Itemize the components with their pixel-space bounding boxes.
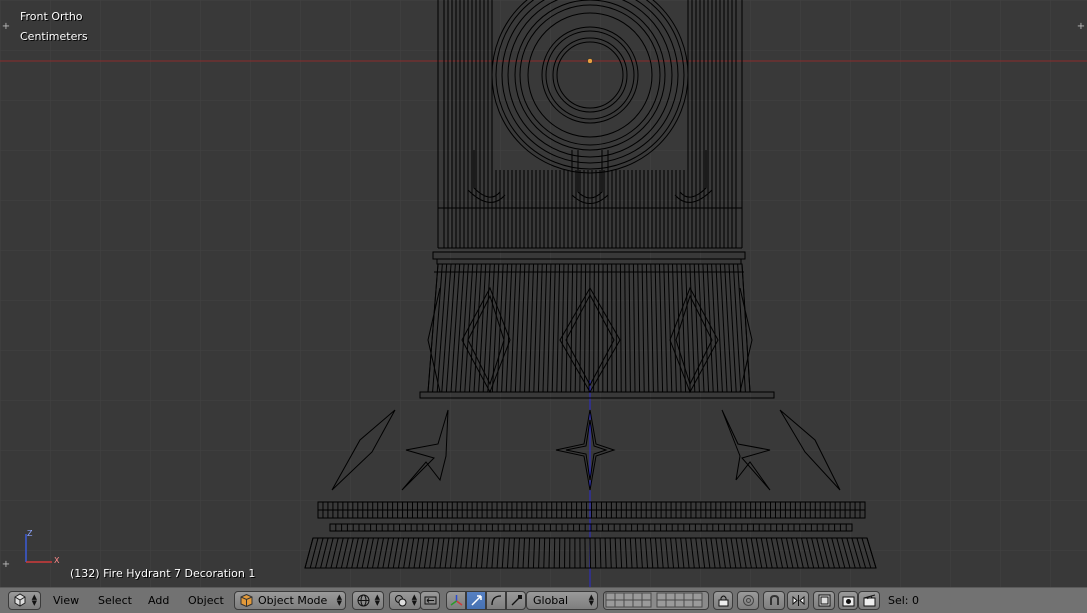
viewport-header: ▲ ▼ View Select Add Object Object Mode ▲ ▼…	[0, 587, 1087, 613]
manipulator-toggle[interactable]	[446, 591, 466, 610]
render-image-button[interactable]	[838, 591, 858, 610]
menu-add[interactable]: Add	[148, 594, 169, 607]
rotate-toggle[interactable]	[486, 591, 506, 610]
wire-edge	[553, 537, 556, 569]
layers-grid[interactable]	[603, 591, 709, 610]
3d-viewport[interactable]: Front Ortho Centimeters (132) Fire Hydra…	[0, 0, 1087, 587]
menu-view[interactable]: View	[53, 594, 79, 607]
viewport-shading-button[interactable]: ▲ ▼	[352, 591, 384, 610]
layers-grid-icon	[605, 592, 703, 608]
render-icon	[818, 594, 831, 607]
snap-button[interactable]	[763, 591, 785, 610]
pivot-point-button[interactable]: ▲ ▼	[389, 591, 421, 610]
render-animation-button[interactable]	[858, 591, 880, 610]
wireframe-canvas	[0, 0, 1087, 587]
split-area-icon[interactable]: +	[1, 22, 11, 32]
object-info-label: (132) Fire Hydrant 7 Decoration 1	[70, 567, 256, 580]
view-name-label: Front Ortho	[20, 10, 83, 23]
split-area-icon[interactable]: +	[1076, 22, 1086, 32]
clapper-icon	[863, 594, 876, 607]
pivot-icon	[395, 595, 407, 607]
wire-edge	[594, 537, 597, 569]
camera-icon	[842, 596, 855, 607]
rotate-icon	[491, 595, 502, 606]
origins-icon	[424, 596, 437, 605]
only-origins-toggle[interactable]	[420, 591, 440, 610]
axis-z-label: Z	[27, 529, 33, 538]
mirror-icon	[792, 595, 805, 606]
wire-edge	[615, 263, 618, 393]
axis-x-label: X	[54, 556, 60, 565]
transform-orientation-select[interactable]: Global ▲ ▼	[526, 591, 598, 610]
mode-select[interactable]: Object Mode ▲ ▼	[234, 591, 346, 610]
viewport-shading-icon	[357, 594, 370, 607]
translate-icon	[471, 595, 482, 606]
units-label: Centimeters	[20, 30, 88, 43]
editor-type-icon	[14, 593, 26, 607]
orientation-label: Global	[533, 594, 569, 607]
menu-object[interactable]: Object	[188, 594, 224, 607]
scale-icon	[511, 595, 522, 606]
selection-count: Sel: 0	[888, 594, 920, 607]
translate-toggle[interactable]	[466, 591, 486, 610]
split-area-icon[interactable]: +	[1, 560, 11, 570]
chevron-updown-icon: ▲ ▼	[336, 593, 342, 607]
mode-label: Object Mode	[258, 594, 328, 607]
menu-select[interactable]: Select	[98, 594, 132, 607]
mode-cube-icon	[240, 594, 253, 607]
mirror-button[interactable]	[787, 591, 809, 610]
manipulator-icon	[450, 595, 463, 606]
proportional-icon	[743, 595, 754, 606]
lock-icon	[718, 595, 729, 607]
chevron-updown-icon: ▲ ▼	[588, 593, 594, 607]
render-settings-button[interactable]	[813, 591, 835, 610]
chevron-updown-icon: ▲ ▼	[31, 593, 37, 607]
proportional-edit-button[interactable]	[737, 591, 759, 610]
chevron-updown-icon: ▲ ▼	[374, 593, 380, 607]
origin-point	[587, 58, 593, 64]
lock-layers-button[interactable]	[713, 591, 733, 610]
chevron-updown-icon: ▲ ▼	[411, 593, 417, 607]
snap-icon	[770, 594, 779, 605]
scale-toggle[interactable]	[506, 591, 526, 610]
editor-type-button[interactable]: ▲ ▼	[8, 591, 41, 610]
wire-edge	[589, 537, 591, 569]
